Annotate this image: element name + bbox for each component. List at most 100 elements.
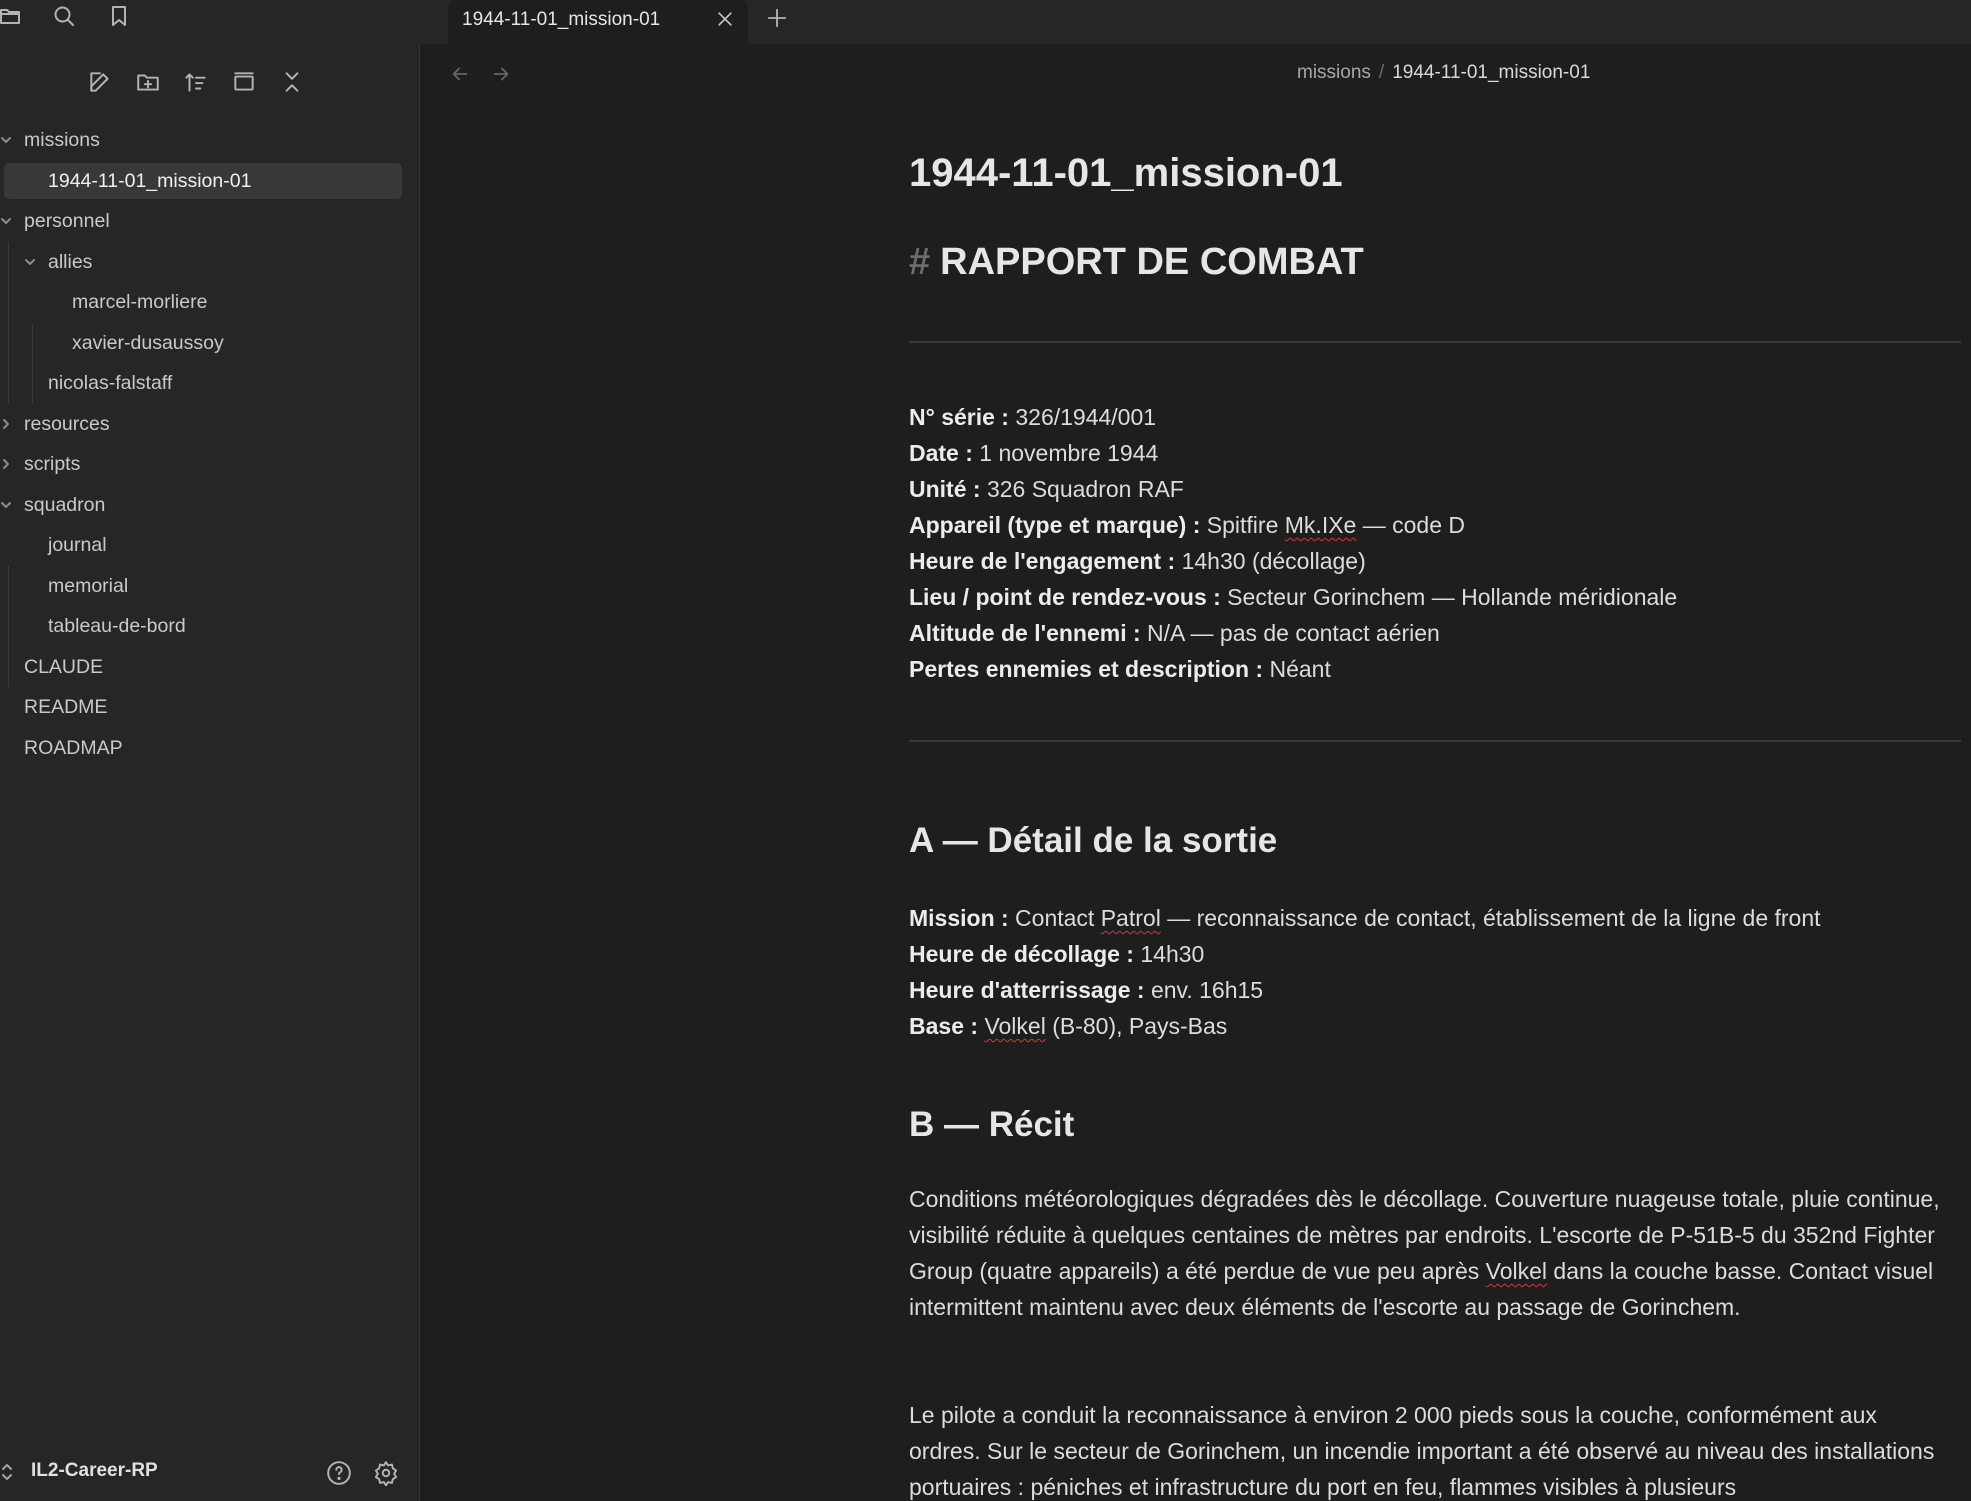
tree-file[interactable]: tableau-de-bord [0, 606, 420, 647]
field-line: Heure d'atterrissage : env. 16h15 [909, 972, 1263, 1008]
collapse-all-icon[interactable] [272, 62, 312, 102]
field-label: Heure de décollage : [909, 941, 1134, 967]
horizontal-rule [909, 740, 1961, 742]
tree-folder[interactable]: missions [0, 120, 420, 161]
tab-active[interactable]: 1944-11-01_mission-01 [448, 0, 748, 44]
heading-1-text: RAPPORT DE COMBAT [940, 241, 1364, 283]
field-value: 14h30 (décollage) [1175, 548, 1366, 574]
back-arrow-icon[interactable] [446, 60, 474, 88]
field-value: Néant [1263, 656, 1331, 682]
field-label: Heure d'atterrissage : [909, 977, 1145, 1003]
file-tree: missions 1944-11-01_mission-01 personnel al… [0, 120, 420, 768]
tree-item-label: README [24, 696, 108, 718]
tree-item-label: CLAUDE [24, 655, 104, 678]
tree-file[interactable]: CLAUDE [0, 647, 420, 688]
tree-file[interactable]: marcel-morliere [0, 282, 420, 323]
chevron-right-icon[interactable] [0, 404, 14, 444]
field-value: 326 Squadron RAF [980, 476, 1184, 502]
tree-file[interactable]: ROADMAP [0, 728, 420, 769]
auto-reveal-icon[interactable] [224, 62, 264, 102]
field-value: Spitfire [1200, 512, 1285, 538]
tree-folder[interactable]: squadron [0, 485, 420, 526]
field-value: Contact [1008, 905, 1101, 931]
misspelled-word: Mk.IXe [1284, 512, 1357, 538]
indent-guide [32, 322, 33, 404]
breadcrumb-current[interactable]: 1944-11-01_mission-01 [1392, 62, 1590, 83]
tree-item-label: 1944-11-01_mission-01 [48, 169, 252, 192]
forward-arrow-icon[interactable] [487, 60, 515, 88]
explorer-toolbar [0, 62, 420, 102]
field-line: Date : 1 novembre 1944 [909, 435, 1158, 471]
settings-gear-icon[interactable] [372, 1459, 400, 1487]
field-value: — reconnaissance de contact, établisseme… [1160, 905, 1821, 931]
new-note-icon[interactable] [80, 62, 120, 102]
chevron-down-icon[interactable] [0, 201, 14, 241]
tree-folder[interactable]: personnel [0, 201, 420, 242]
chevron-down-icon[interactable] [0, 485, 14, 525]
heading-1: # RAPPORT DE COMBAT [909, 241, 1364, 284]
editor-pane: missions / 1944-11-01_mission-01 1944-11-0… [421, 44, 1971, 1501]
field-label: Mission : [909, 905, 1009, 931]
indent-guide [8, 565, 9, 687]
tree-file[interactable]: nicolas-falstaff [0, 363, 420, 404]
field-value: 1 novembre 1944 [972, 440, 1159, 466]
field-line: Base : Volkel (B-80), Pays-Bas [909, 1008, 1227, 1044]
tree-file[interactable]: README [0, 687, 420, 728]
tree-file[interactable]: memorial [0, 566, 420, 607]
tree-file[interactable]: journal [0, 525, 420, 566]
tree-item-label: allies [48, 250, 93, 273]
search-icon[interactable] [42, 0, 86, 32]
tree-item-label: journal [48, 534, 107, 556]
close-icon[interactable] [714, 8, 736, 30]
new-folder-icon[interactable] [128, 62, 168, 102]
misspelled-word: Patrol [1100, 905, 1161, 931]
tree-item-label: scripts [24, 453, 81, 475]
tree-file[interactable]: 1944-11-01_mission-01 [0, 161, 420, 202]
paragraph-2: Le pilote a conduit la reconnaissance à … [909, 1402, 1935, 1500]
tree-folder[interactable]: scripts [0, 444, 420, 485]
chevron-right-icon[interactable] [0, 444, 14, 484]
field-label: Base : [909, 1013, 979, 1039]
field-label: Altitude de l'ennemi : [909, 620, 1141, 646]
vault-footer: IL2-Career-RP [0, 1445, 420, 1501]
inline-title[interactable]: 1944-11-01_mission-01 [909, 151, 1343, 196]
vault-switcher-icon[interactable] [0, 1461, 14, 1485]
chevron-down-icon[interactable] [22, 242, 38, 282]
field-value: env. 16h15 [1144, 977, 1264, 1003]
field-line: Pertes ennemies et description : Néant [909, 651, 1331, 687]
tree-folder[interactable]: resources [0, 404, 420, 445]
tree-item-label: memorial [48, 574, 129, 597]
folder-icon[interactable] [0, 0, 32, 32]
vault-name[interactable]: IL2-Career-RP [31, 1460, 158, 1482]
field-label: Pertes ennemies et description : [909, 656, 1264, 682]
horizontal-rule [909, 341, 1961, 343]
heading-section-a: A — Détail de la sortie [909, 821, 1278, 860]
field-value: (B-80), Pays-Bas [1045, 1013, 1228, 1039]
tree-item-label: personnel [24, 210, 110, 232]
new-tab-button[interactable] [764, 5, 790, 31]
file-explorer: missions 1944-11-01_mission-01 personnel al… [0, 44, 420, 1501]
indent-guide [8, 241, 9, 404]
sort-icon[interactable] [176, 62, 216, 102]
tab-bar: 1944-11-01_mission-01 [0, 0, 1971, 44]
tree-file[interactable]: xavier-dusaussoy [0, 323, 420, 364]
breadcrumb-folder[interactable]: missions [1297, 62, 1371, 83]
tree-item-label: marcel-morliere [72, 291, 208, 313]
bookmark-icon[interactable] [97, 0, 141, 32]
misspelled-word: Volkel [1485, 1258, 1548, 1284]
field-line: Altitude de l'ennemi : N/A — pas de cont… [909, 615, 1440, 651]
tree-item-label: xavier-dusaussoy [72, 331, 224, 354]
tree-item-label: ROADMAP [24, 736, 123, 759]
heading-hash: # [909, 241, 931, 283]
field-label: Appareil (type et marque) : [909, 512, 1201, 538]
field-line: Mission : Contact Patrol — reconnaissanc… [909, 900, 1821, 936]
field-line: Unité : 326 Squadron RAF [909, 471, 1184, 507]
chevron-down-icon[interactable] [0, 120, 14, 160]
field-label: Lieu / point de rendez-vous : [909, 584, 1221, 610]
ribbon-top [0, 0, 420, 44]
help-icon[interactable] [325, 1459, 353, 1487]
field-label: Unité : [909, 476, 981, 502]
field-value: Secteur Gorinchem — Hollande méridionale [1220, 584, 1678, 610]
tree-folder[interactable]: allies [0, 242, 420, 283]
breadcrumb: missions / 1944-11-01_mission-01 [1297, 62, 1590, 84]
